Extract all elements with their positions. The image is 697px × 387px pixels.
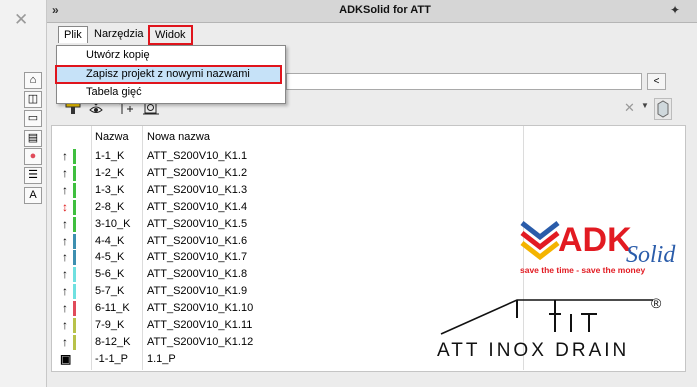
cell-nazwa: 7-9_K [95,319,125,331]
row-color-marker [73,149,76,164]
pin-icon[interactable]: ✦ [670,3,680,17]
row-color-marker [73,166,76,181]
row-direction-icon: ↑ [62,267,68,281]
path-back-button[interactable]: < [647,73,666,90]
menu-widok[interactable]: Widok [148,25,193,45]
cell-nazwa: 2-8_K [95,201,125,213]
header-nazwa[interactable]: Nazwa [95,131,129,143]
cell-nowa-nazwa: ATT_S200V10_K1.11 [147,319,253,331]
palette-icon[interactable]: ● [24,148,42,165]
row-direction-icon: ▣ [60,352,72,366]
cell-nowa-nazwa: ATT_S200V10_K1.12 [147,336,254,348]
row-direction-icon: ↑ [62,217,68,231]
cell-nazwa: 4-4_K [95,235,125,247]
remove-icon[interactable]: ✕ [624,100,635,116]
chevron-down-icon[interactable]: ▼ [641,101,649,110]
cell-nowa-nazwa: 1.1_P [147,353,176,365]
row-color-marker [73,217,76,232]
row-direction-icon: ↑ [62,234,68,248]
cell-nowa-nazwa: ATT_S200V10_K1.6 [147,235,248,247]
menu-item-bend-table[interactable]: Tabela gięć [59,84,282,100]
cell-nazwa: 5-6_K [95,268,125,280]
cell-nazwa: 1-3_K [95,184,125,196]
folder-icon[interactable]: ▭ [24,110,42,127]
row-color-marker [73,335,76,350]
cube-icon[interactable]: ◫ [24,91,42,108]
row-direction-icon: ↕ [62,200,68,214]
row-direction-icon: ↑ [62,301,68,315]
row-direction-icon: ↑ [62,335,68,349]
svg-text:®: ® [651,295,662,311]
cell-nazwa: 6-11_K [95,302,130,314]
row-direction-icon: ↑ [62,166,68,180]
tool-select-icon[interactable] [654,98,672,120]
cell-nowa-nazwa: ATT_S200V10_K1.8 [147,268,248,280]
cell-nowa-nazwa: ATT_S200V10_K1.10 [147,302,254,314]
row-color-marker [73,301,76,316]
row-direction-icon: ↑ [62,284,68,298]
cell-nowa-nazwa: ATT_S200V10_K1.3 [147,184,248,196]
list-icon[interactable]: ☰ [24,167,42,184]
text-icon[interactable]: A [24,187,42,204]
cell-nowa-nazwa: ATT_S200V10_K1.4 [147,201,248,213]
row-direction-icon: ↑ [62,250,68,264]
cell-nowa-nazwa: ATT_S200V10_K1.5 [147,218,248,230]
close-icon[interactable]: ✕ [14,11,28,28]
cell-nowa-nazwa: ATT_S200V10_K1.1 [147,150,248,162]
menu-narzedzia[interactable]: Narzędzia [89,26,149,42]
collapse-icon[interactable]: » [52,3,59,17]
cell-nazwa: -1-1_P [95,353,129,365]
row-color-marker [73,250,76,265]
path-field[interactable] [286,73,642,90]
home-icon[interactable]: ⌂ [24,72,42,89]
row-color-marker [73,200,76,215]
cell-nazwa: 3-10_K [95,218,131,230]
cell-nazwa: 1-1_K [95,150,125,162]
svg-text:ADK: ADK [558,221,632,259]
window-title: ADKSolid for ATT [339,4,431,16]
att-inox-drain-logo: ® ATT INOX DRAIN [437,292,672,362]
cell-nazwa: 1-2_K [95,167,125,179]
row-color-marker [73,267,76,282]
row-direction-icon: ↑ [62,318,68,332]
row-color-marker [73,183,76,198]
row-color-marker [73,284,76,299]
row-color-marker [73,234,76,249]
header-nowa-nazwa[interactable]: Nowa nazwa [147,131,210,143]
cell-nowa-nazwa: ATT_S200V10_K1.2 [147,167,248,179]
cell-nazwa: 8-12_K [95,336,131,348]
cell-nowa-nazwa: ATT_S200V10_K1.9 [147,285,248,297]
row-direction-icon: ↑ [62,183,68,197]
cell-nazwa: 4-5_K [95,251,125,263]
row-direction-icon: ↑ [62,149,68,163]
cell-nazwa: 5-7_K [95,285,125,297]
sheet-icon[interactable]: ▤ [24,130,42,147]
row-color-marker [73,318,76,333]
svg-text:ATT INOX DRAIN: ATT INOX DRAIN [437,340,629,361]
svg-text:save the time - save the money: save the time - save the money [520,265,645,275]
menu-item-save-renamed[interactable]: Zapisz projekt z nowymi nazwami [55,65,282,84]
menu-plik[interactable]: Plik [58,26,88,43]
cell-nowa-nazwa: ATT_S200V10_K1.7 [147,251,248,263]
adk-solid-logo: ADK Solid save the time - save the money [518,217,697,277]
row-color-marker [73,352,76,367]
menu-item-create-copy[interactable]: Utwórz kopię [59,47,282,63]
